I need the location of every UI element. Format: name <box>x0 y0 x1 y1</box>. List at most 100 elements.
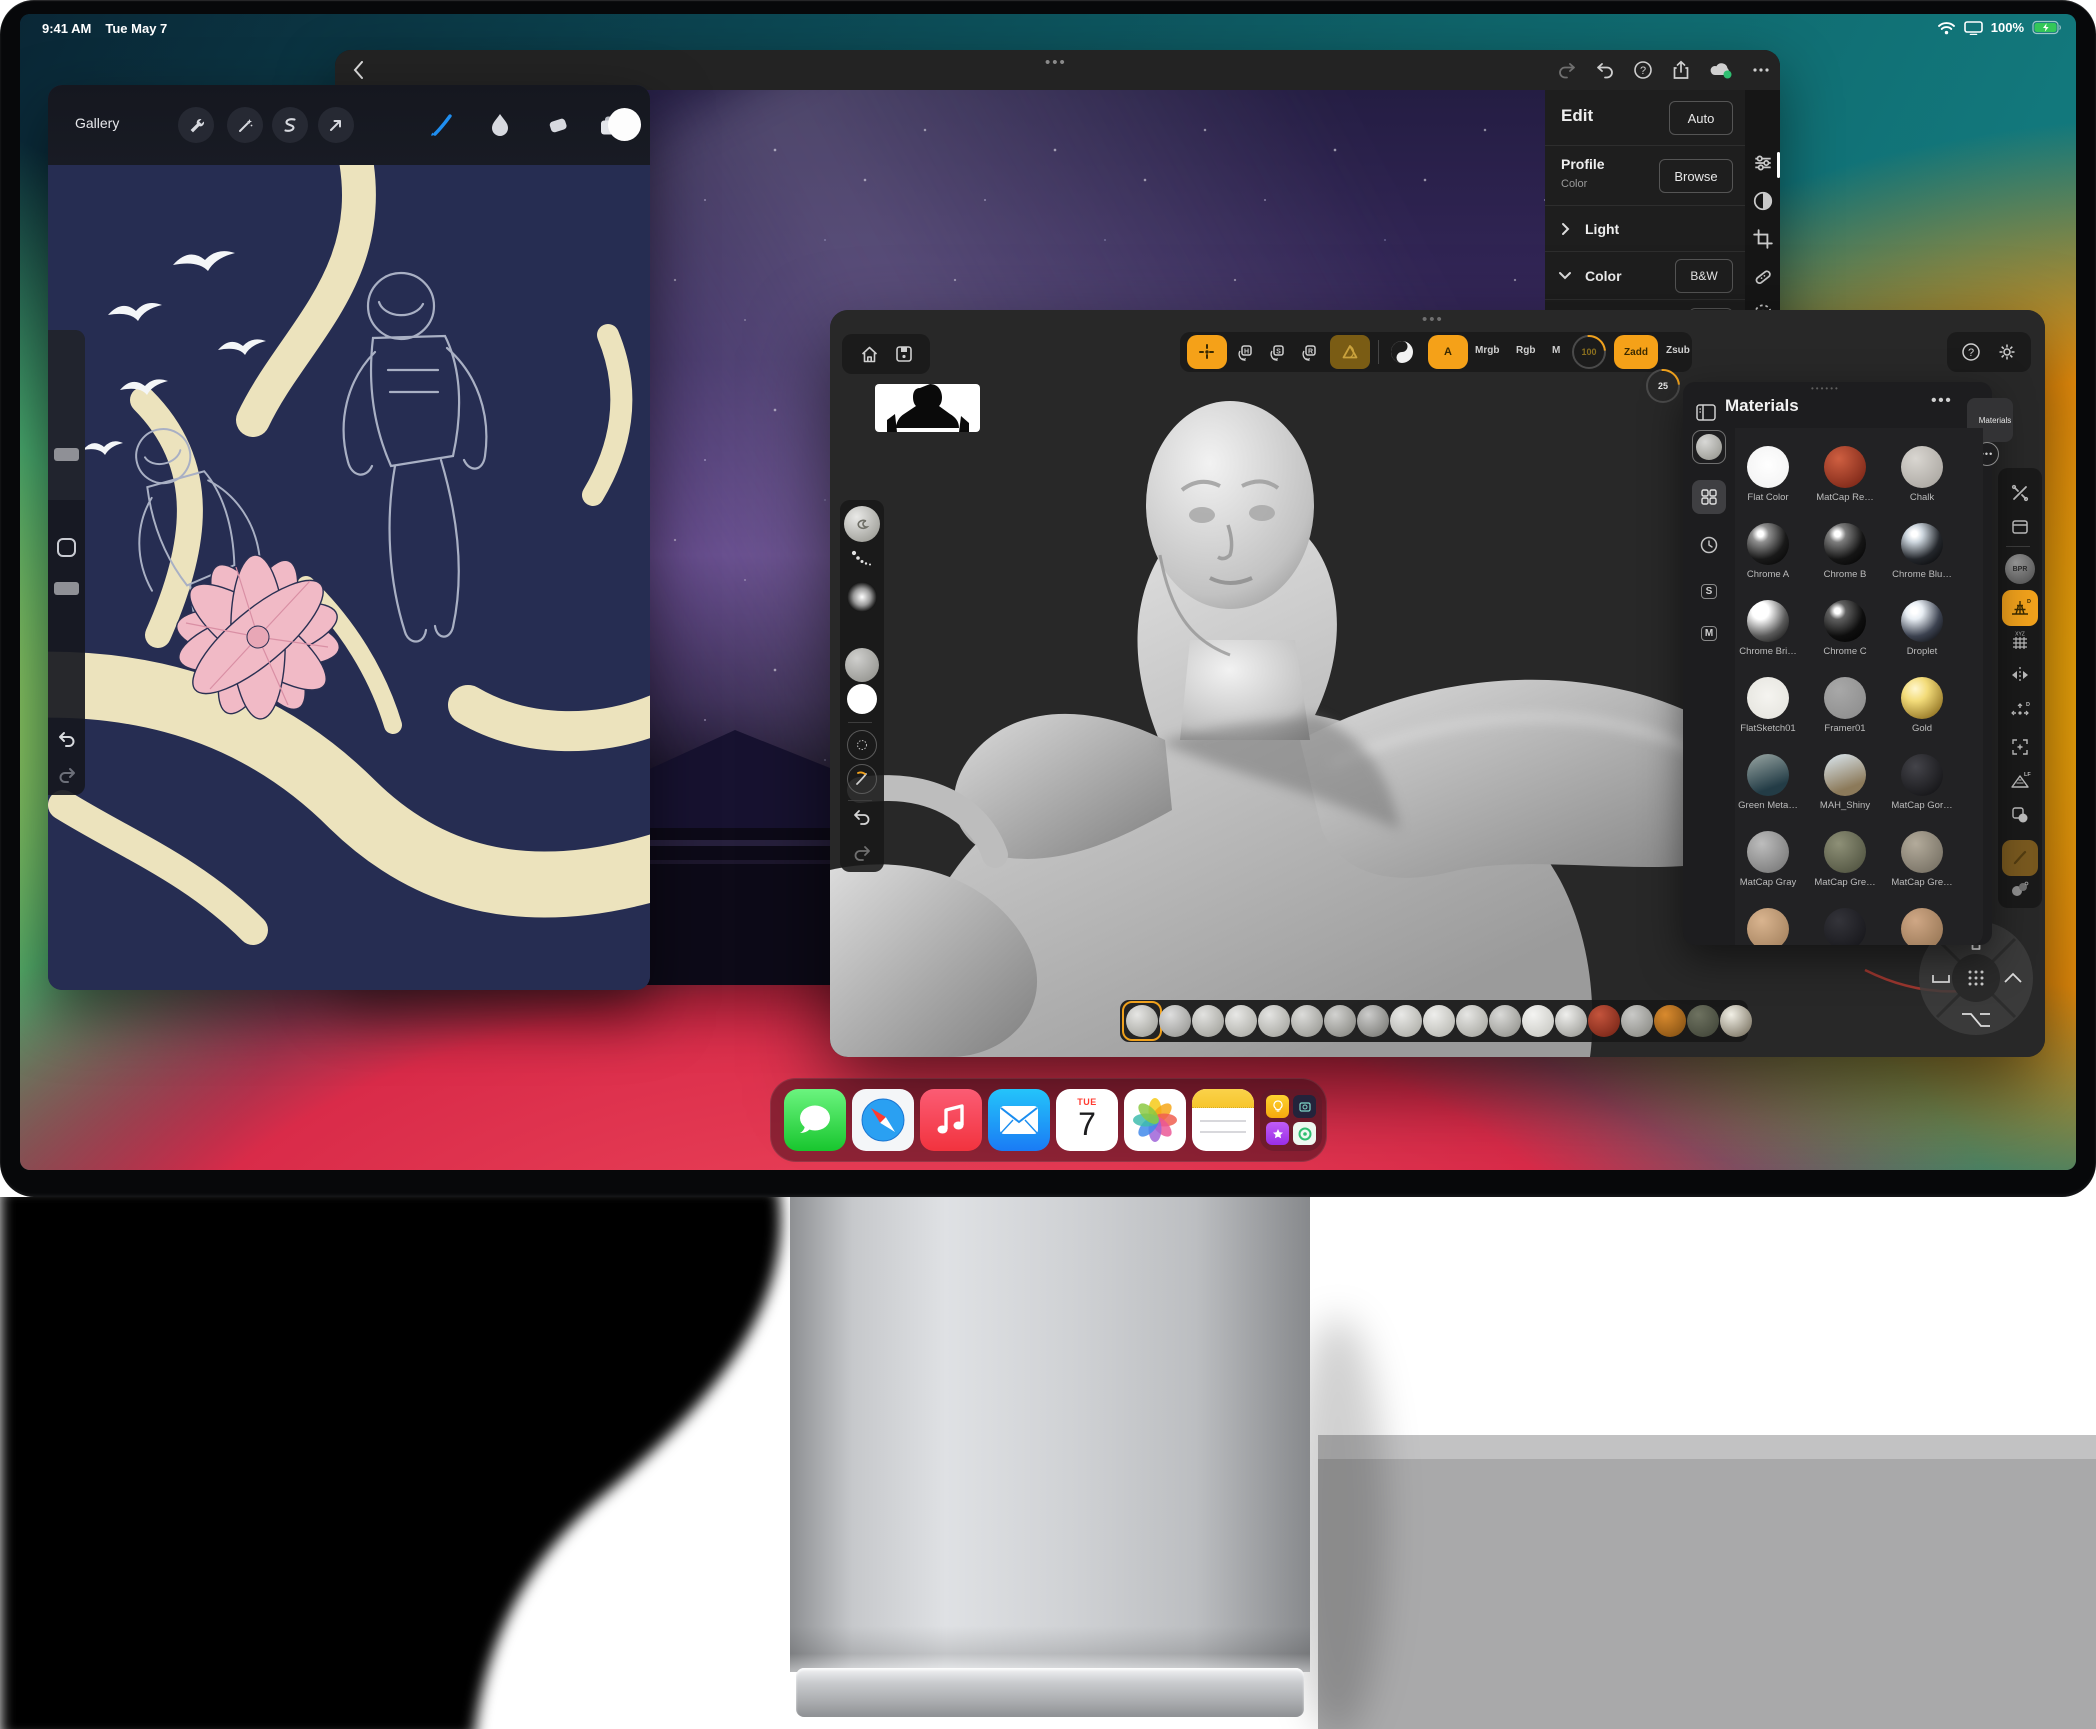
dock-app-folder[interactable] <box>1260 1089 1322 1151</box>
floor-grid-button[interactable]: D <box>2002 590 2038 626</box>
paint-disabled-button[interactable] <box>2002 840 2038 876</box>
brush-thumbnail[interactable] <box>1258 1005 1290 1037</box>
gallery-button[interactable]: Gallery <box>75 115 119 131</box>
color-swatch[interactable] <box>847 684 877 714</box>
grid-view-button[interactable] <box>1692 480 1726 514</box>
material-item[interactable]: Green Meta… <box>1735 754 1806 811</box>
transform-arrow-icon[interactable] <box>318 107 354 143</box>
material-item[interactable] <box>1884 908 1960 945</box>
material-item[interactable]: Chrome B <box>1807 523 1883 580</box>
cloud-sync-icon[interactable] <box>1709 60 1733 80</box>
dock-app-calendar[interactable]: TUE 7 <box>1056 1089 1118 1151</box>
redo-icon[interactable] <box>1557 60 1577 80</box>
brush-thumbnail[interactable] <box>1291 1005 1323 1037</box>
material-item[interactable]: MatCap Gor… <box>1884 754 1960 811</box>
redo-icon[interactable] <box>851 842 873 864</box>
tone-curve-icon[interactable] <box>1752 190 1774 212</box>
paint-brush-icon[interactable] <box>426 109 458 141</box>
mrgb-button[interactable]: Mrgb <box>1475 345 1499 356</box>
undo-icon[interactable] <box>54 728 79 750</box>
material-item[interactable]: Chalk <box>1884 446 1960 503</box>
snapshot-icon[interactable]: D <box>2009 700 2031 722</box>
panel-more-icon[interactable]: ••• <box>1931 392 1952 410</box>
material-item[interactable]: Chrome A <box>1735 523 1806 580</box>
share-icon[interactable] <box>1671 60 1691 80</box>
rgb-intensity-dial[interactable]: 100 <box>1572 335 1606 369</box>
panels-icon[interactable] <box>2009 516 2031 538</box>
gizmo-button[interactable] <box>1187 335 1227 369</box>
brush-thumbnail[interactable] <box>1654 1005 1686 1037</box>
material-thumbnail[interactable] <box>845 648 879 682</box>
sculptris-mode-icon[interactable] <box>1388 338 1416 366</box>
material-item[interactable]: MatCap Gre… <box>1884 831 1960 888</box>
brush-size-handle[interactable] <box>54 448 79 461</box>
flip-r-button[interactable]: R <box>1296 340 1322 364</box>
bw-button[interactable]: B&W <box>1675 259 1733 293</box>
primitive-button[interactable] <box>1330 335 1370 369</box>
flip-h-button[interactable]: H <box>1232 340 1258 364</box>
rgb-button[interactable]: Rgb <box>1516 345 1535 356</box>
texture-circle-button[interactable] <box>847 730 877 760</box>
material-item[interactable] <box>1735 908 1806 945</box>
smudge-finger-icon[interactable] <box>484 109 516 141</box>
dock-app-messages[interactable] <box>784 1089 846 1151</box>
color-section-row[interactable]: Color B&W <box>1545 252 1745 300</box>
auto-button[interactable]: Auto <box>1669 101 1733 135</box>
brush-thumbnail[interactable] <box>1720 1005 1752 1037</box>
brush-thumbnail[interactable] <box>1126 1005 1158 1037</box>
dock-app-safari[interactable] <box>852 1089 914 1151</box>
edit-sliders-icon[interactable] <box>1752 152 1774 174</box>
settings-gear-icon[interactable] <box>1997 342 2017 362</box>
undo-icon[interactable] <box>851 806 873 828</box>
alpha-thumbnail[interactable] <box>847 582 877 612</box>
model-preview-thumbnail[interactable] <box>875 384 980 432</box>
brush-thumbnail[interactable] <box>1588 1005 1620 1037</box>
draw-a-button[interactable]: A <box>1428 335 1468 369</box>
material-item[interactable]: Chrome Bri… <box>1735 600 1806 657</box>
brush-adjust-button[interactable] <box>847 764 877 794</box>
brush-thumbnail[interactable] <box>1357 1005 1389 1037</box>
brush-thumbnail[interactable] <box>1192 1005 1224 1037</box>
material-item[interactable]: MatCap Re… <box>1807 446 1883 503</box>
material-item[interactable]: Flat Color <box>1735 446 1806 503</box>
brush-thumbnail[interactable] <box>1423 1005 1455 1037</box>
light-section-row[interactable]: Light <box>1545 206 1745 252</box>
z-intensity-dial[interactable]: 25 <box>1646 369 1680 403</box>
brush-size-slider[interactable] <box>48 330 85 500</box>
brush-thumbnail[interactable] <box>1522 1005 1554 1037</box>
material-item[interactable]: MatCap Gre… <box>1807 831 1883 888</box>
zadd-button[interactable]: Zadd <box>1614 335 1658 369</box>
material-item[interactable]: Chrome Blu… <box>1884 523 1960 580</box>
dock-app-mail[interactable] <box>988 1089 1050 1151</box>
more-icon[interactable] <box>1751 60 1771 80</box>
material-item[interactable]: FlatSketch01 <box>1735 677 1806 734</box>
current-material-thumb[interactable] <box>1692 430 1726 464</box>
healing-brush-icon[interactable] <box>1752 266 1774 288</box>
brush-thumbnail[interactable] <box>1687 1005 1719 1037</box>
flip-s-button[interactable]: S <box>1264 340 1290 364</box>
expand-view-icon[interactable] <box>2009 736 2031 758</box>
material-item[interactable]: MAH_Shiny <box>1807 754 1883 811</box>
standard-materials-tab[interactable]: S <box>1692 574 1726 608</box>
active-brush-thumbnail[interactable] <box>844 506 880 542</box>
dock-app-music[interactable] <box>920 1089 982 1151</box>
symmetry-icon[interactable] <box>2009 664 2031 686</box>
material-item[interactable]: Gold <box>1884 677 1960 734</box>
dock-app-notes[interactable] <box>1192 1089 1254 1151</box>
material-item[interactable]: Chrome C <box>1807 600 1883 657</box>
undo-icon[interactable] <box>1595 60 1615 80</box>
browse-button[interactable]: Browse <box>1659 159 1733 193</box>
brush-thumbnail[interactable] <box>1159 1005 1191 1037</box>
m-button[interactable]: M <box>1552 345 1560 356</box>
panel-sidebar-toggle-icon[interactable] <box>1695 402 1717 422</box>
material-item[interactable]: Framer01 <box>1807 677 1883 734</box>
actions-wrench-icon[interactable] <box>178 107 214 143</box>
material-item[interactable]: MatCap Gray <box>1735 831 1806 888</box>
opacity-handle[interactable] <box>54 582 79 595</box>
brush-thumbnail[interactable] <box>1390 1005 1422 1037</box>
stroke-falloff-icon[interactable] <box>851 548 873 570</box>
eraser-icon[interactable] <box>542 109 574 141</box>
window-drag-handle[interactable]: ••• <box>1422 315 1444 325</box>
xyz-grid-icon[interactable]: XYZ <box>2009 630 2031 652</box>
lightbox-icon[interactable]: LF <box>2009 770 2031 792</box>
